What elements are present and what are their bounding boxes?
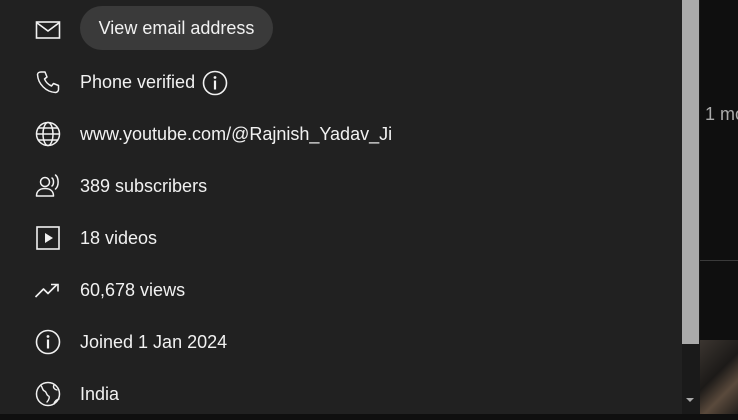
country-label: India — [80, 383, 120, 404]
phone-icon — [34, 68, 62, 96]
globe-icon — [34, 120, 62, 148]
scrollbar-thumb[interactable] — [682, 0, 699, 344]
channel-url-link[interactable]: www.youtube.com/@Rajnish_Yadav_Ji — [80, 124, 392, 145]
subscribers-row: 389 subscribers — [0, 160, 682, 212]
video-count: 18 videos — [80, 227, 158, 248]
play-box-icon — [34, 224, 62, 252]
joined-row: Joined 1 Jan 2024 — [0, 316, 682, 368]
country-row: India — [0, 368, 682, 420]
phone-info-button[interactable] — [201, 69, 229, 97]
trending-up-icon — [34, 276, 62, 304]
background-thumbnail[interactable] — [700, 340, 738, 414]
info-icon — [34, 328, 62, 356]
phone-row: Phone verified — [0, 56, 682, 108]
background-divider — [700, 260, 738, 261]
mail-icon — [34, 16, 62, 44]
person-radiating-icon — [34, 172, 62, 200]
joined-date: Joined 1 Jan 2024 — [80, 331, 228, 352]
phone-verified-label: Phone verified — [80, 71, 196, 92]
subscriber-count: 389 subscribers — [80, 175, 208, 196]
view-email-button[interactable]: View email address — [80, 6, 273, 50]
scroll-down-arrow[interactable] — [684, 396, 696, 404]
globe-icon — [34, 380, 62, 408]
view-count: 60,678 views — [80, 279, 186, 300]
channel-url-row: www.youtube.com/@Rajnish_Yadav_Ji — [0, 108, 682, 160]
videos-row: 18 videos — [0, 212, 682, 264]
views-row: 60,678 views — [0, 264, 682, 316]
about-panel: View email address Phone verified www.yo… — [0, 0, 682, 414]
info-icon — [201, 69, 229, 97]
background-timestamp-text: 1 mo — [705, 104, 738, 124]
chevron-down-icon — [686, 398, 694, 402]
